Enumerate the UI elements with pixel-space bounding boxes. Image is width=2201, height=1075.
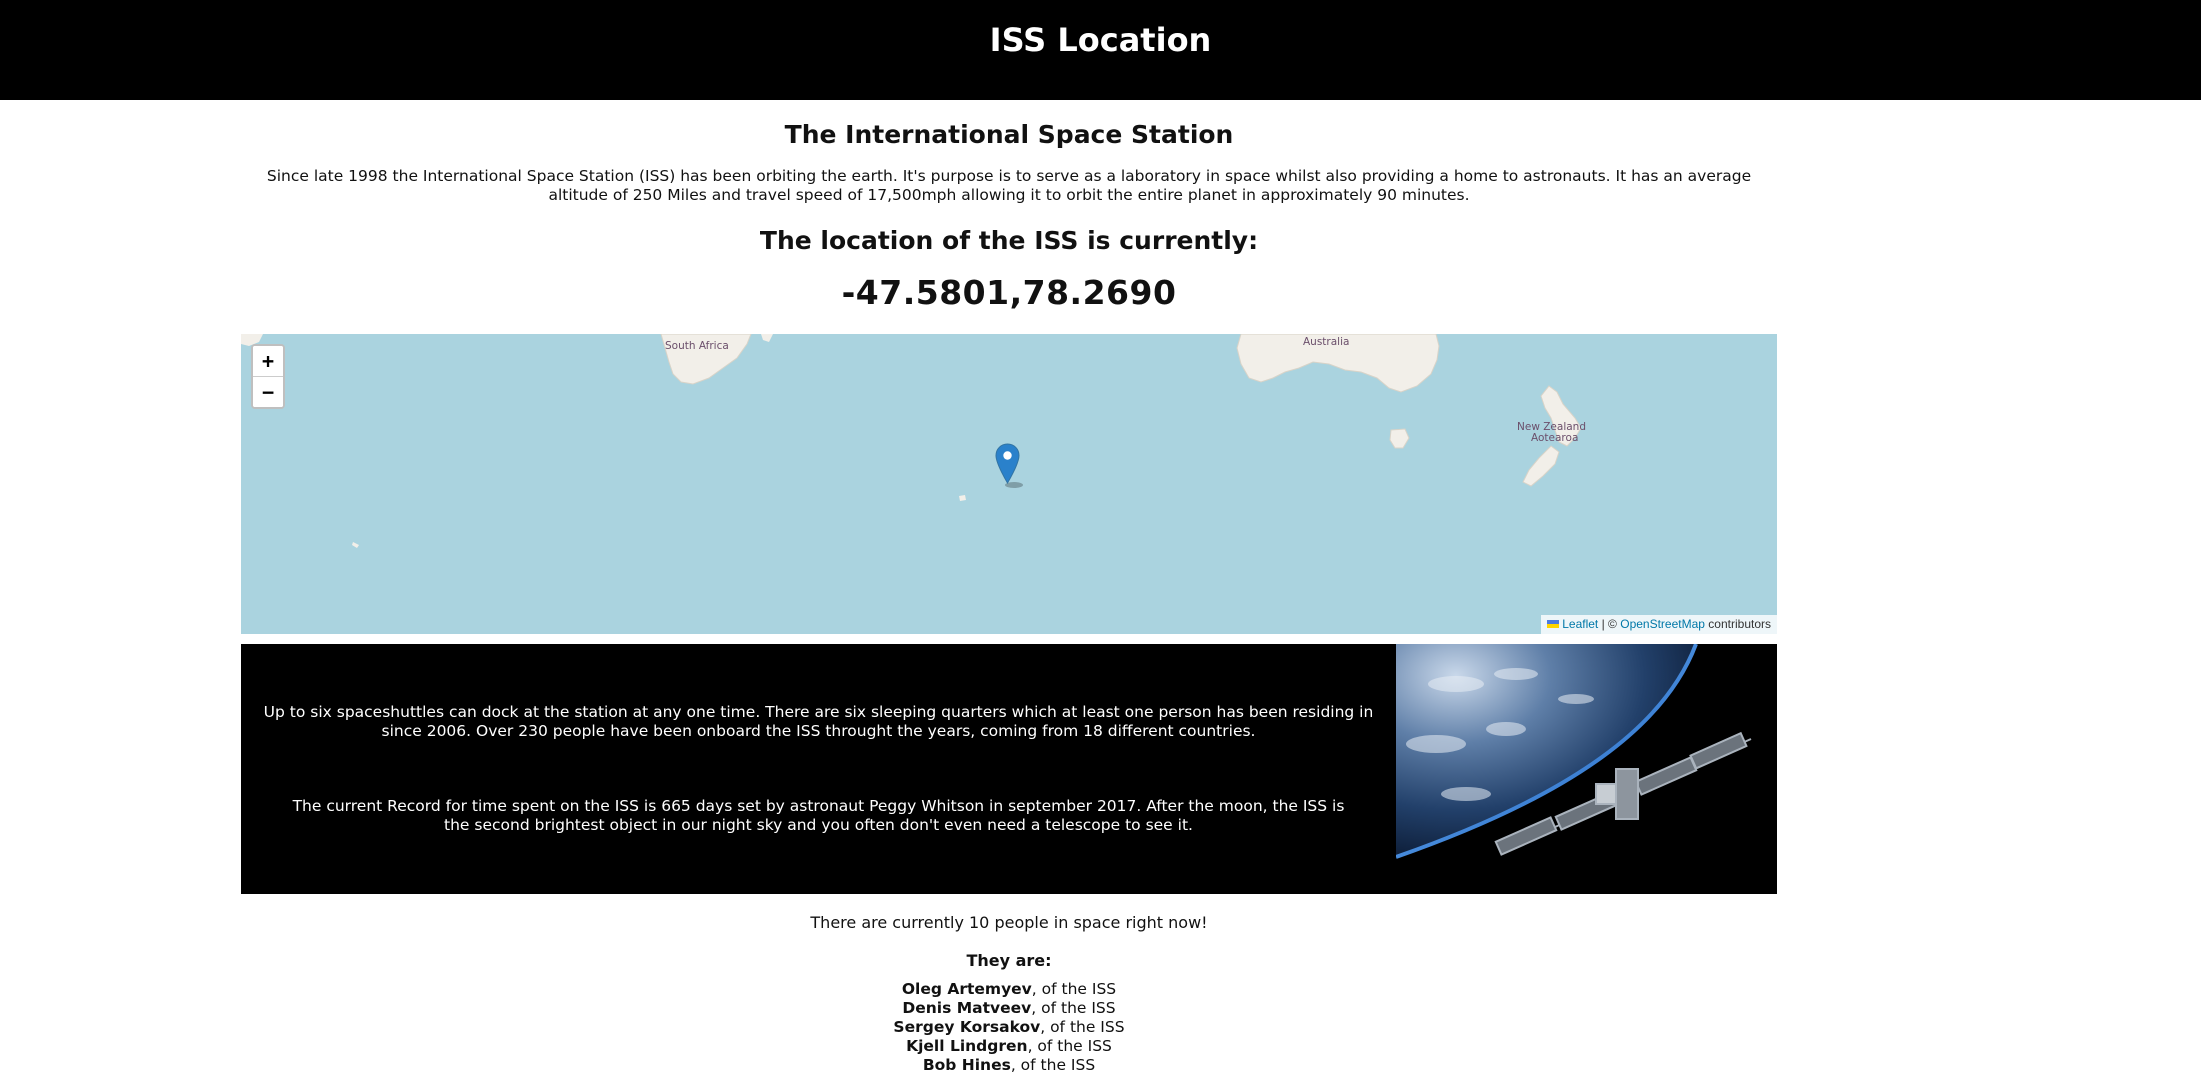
- astronaut-craft: , of the ISS: [1010, 1056, 1096, 1074]
- zoom-in-button[interactable]: +: [253, 346, 283, 377]
- astronaut-craft: , of the ISS: [1031, 999, 1116, 1017]
- list-item: Bob Hines, of the ISS: [241, 1056, 1777, 1075]
- astronaut-name: Oleg Artemyev: [901, 980, 1032, 998]
- facts-paragraph-1: Up to six spaceshuttles can dock at the …: [263, 703, 1374, 740]
- location-heading: The location of the ISS is currently:: [759, 226, 1259, 255]
- intro-text: Since late 1998 the International Space …: [266, 167, 1752, 204]
- attribution-separator: | ©: [1601, 617, 1617, 631]
- list-item: Sergey Korsakov, of the ISS: [241, 1018, 1777, 1037]
- astronaut-name: Bob Hines: [922, 1056, 1011, 1074]
- page-header: ISS Location: [0, 0, 2201, 100]
- iss-map[interactable]: South Africa Australia New Zealand Aotea…: [241, 334, 1777, 634]
- map-pin-icon[interactable]: [995, 443, 1025, 489]
- ukraine-flag-icon: [1547, 620, 1560, 628]
- astronaut-name: Denis Matveev: [902, 999, 1032, 1017]
- zoom-control: + −: [251, 344, 285, 409]
- facts-text-column: Up to six spaceshuttles can dock at the …: [241, 644, 1396, 894]
- page-title: ISS Location: [989, 21, 1212, 59]
- map-label-australia: Australia: [1303, 336, 1350, 348]
- zoom-out-button[interactable]: −: [253, 377, 283, 407]
- iss-over-earth-illustration: [1396, 644, 1777, 894]
- astronaut-craft: , of the ISS: [1031, 980, 1117, 998]
- people-heading: They are:: [966, 951, 1052, 970]
- intro-title: The International Space Station: [784, 120, 1234, 149]
- astronaut-craft: , of the ISS: [1040, 1018, 1125, 1036]
- facts-paragraph-2: The current Record for time spent on the…: [292, 797, 1345, 834]
- map-attribution: Leaflet | © OpenStreetMap contributors: [1541, 615, 1777, 634]
- openstreetmap-link[interactable]: OpenStreetMap: [1620, 617, 1705, 631]
- attribution-suffix: contributors: [1708, 617, 1771, 631]
- astronaut-name: Sergey Korsakov: [893, 1018, 1041, 1036]
- map-label-aotearoa: Aotearoa: [1531, 432, 1579, 444]
- map-label-south-africa: South Africa: [665, 340, 729, 352]
- leaflet-link[interactable]: Leaflet: [1562, 617, 1598, 631]
- location-coordinates: -47.5801,78.2690: [841, 273, 1177, 312]
- list-item: Oleg Artemyev, of the ISS: [241, 980, 1777, 999]
- iss-earth-image: [1396, 644, 1777, 894]
- list-item: Denis Matveev, of the ISS: [241, 999, 1777, 1018]
- astronaut-list: Oleg Artemyev, of the ISS Denis Matveev,…: [241, 980, 1777, 1075]
- list-item: Kjell Lindgren, of the ISS: [241, 1037, 1777, 1056]
- people-count-text: There are currently 10 people in space r…: [810, 913, 1208, 932]
- facts-panel: Up to six spaceshuttles can dock at the …: [241, 644, 1777, 894]
- astronaut-name: Kjell Lindgren: [906, 1037, 1028, 1055]
- astronaut-craft: , of the ISS: [1027, 1037, 1112, 1055]
